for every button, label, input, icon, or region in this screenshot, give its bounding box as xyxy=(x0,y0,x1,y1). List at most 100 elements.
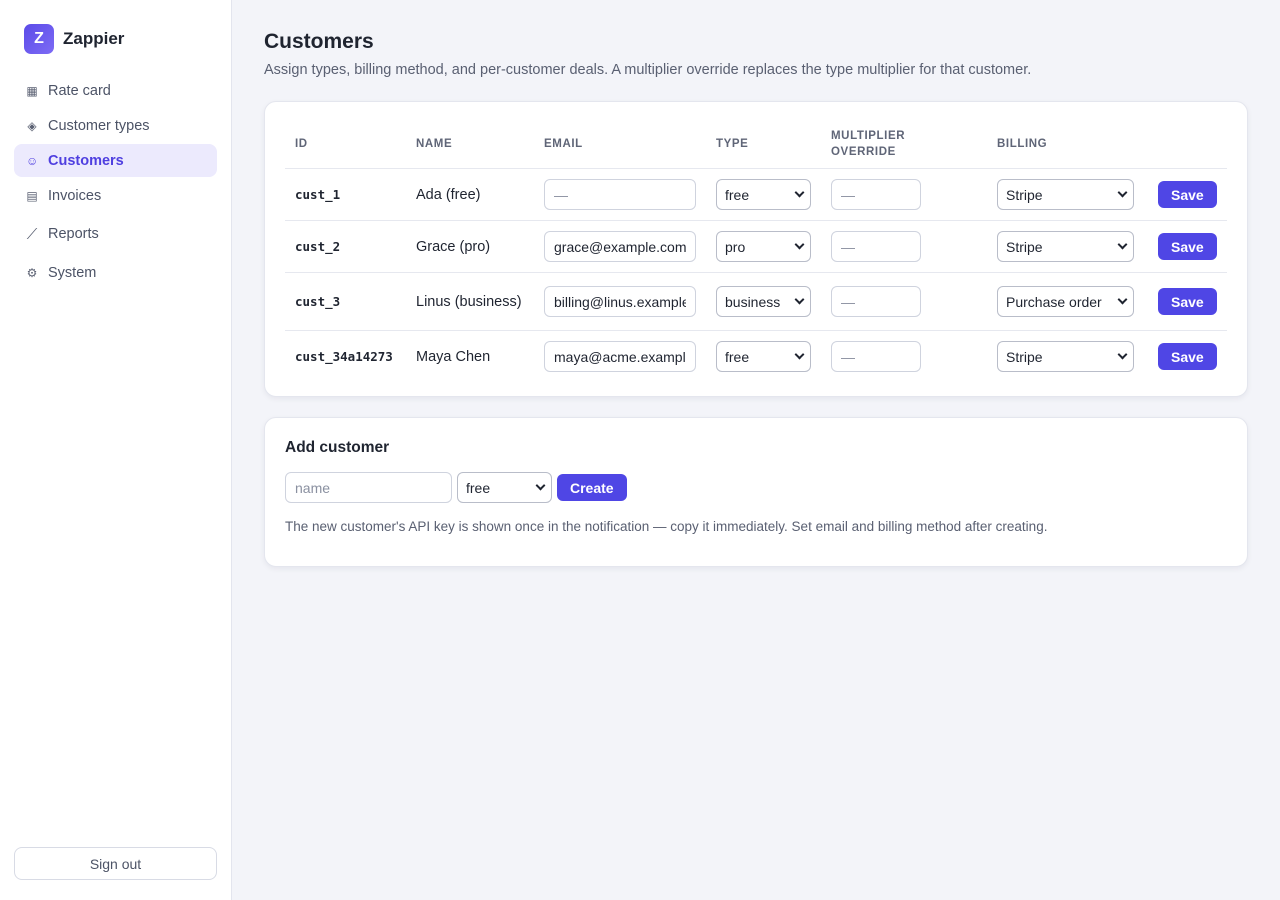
multiplier-override-input[interactable] xyxy=(831,341,921,373)
type-select[interactable]: free xyxy=(716,179,811,210)
multiplier-cell xyxy=(821,331,987,383)
email-input[interactable] xyxy=(544,286,696,317)
email-cell xyxy=(534,331,706,383)
selected-value: Stripe xyxy=(1006,348,1043,365)
selected-value: free xyxy=(466,479,491,496)
column-header-id: ID xyxy=(285,120,406,169)
selected-value: free xyxy=(725,348,750,365)
save-button[interactable]: Save xyxy=(1158,343,1217,371)
customers-table: ID NAME EMAIL TYPE MULTIPLIER OVERRIDE B… xyxy=(285,120,1227,383)
save-button[interactable]: Save xyxy=(1158,233,1217,260)
sidebar-nav: ▦ Rate card ◈ Customer types ☺ Customers… xyxy=(14,74,217,291)
selected-value: Stripe xyxy=(1006,186,1043,203)
selected-value: pro xyxy=(725,238,746,255)
multiplier-override-input[interactable] xyxy=(831,286,921,317)
chevron-down-icon xyxy=(535,480,546,491)
email-input[interactable] xyxy=(544,341,696,373)
email-cell xyxy=(534,220,706,273)
customer-name: Grace (pro) xyxy=(406,220,534,273)
table-header-row: ID NAME EMAIL TYPE MULTIPLIER OVERRIDE B… xyxy=(285,120,1227,169)
billing-select[interactable]: Stripe xyxy=(997,179,1134,210)
customers-table-card: ID NAME EMAIL TYPE MULTIPLIER OVERRIDE B… xyxy=(264,101,1248,397)
chevron-down-icon xyxy=(1117,239,1128,250)
selected-value: business xyxy=(725,293,781,310)
billing-cell: Stripe xyxy=(987,331,1148,383)
sidebar-item-label: System xyxy=(48,264,97,281)
billing-cell: Stripe xyxy=(987,220,1148,273)
email-input[interactable] xyxy=(544,179,696,210)
table-row: cust_3 Linus (business) business Purchas… xyxy=(285,272,1227,331)
customer-name: Linus (business) xyxy=(406,272,534,331)
multiplier-override-input[interactable] xyxy=(831,179,921,210)
sidebar-item-system[interactable]: ⚙ System xyxy=(14,256,217,289)
actions-cell: Save xyxy=(1148,168,1227,221)
header-line: MULTIPLIER xyxy=(831,130,906,142)
brand: Z Zappier xyxy=(24,24,124,54)
billing-cell: Purchase order xyxy=(987,272,1148,331)
sidebar-item-reports[interactable]: ⟋ Reports xyxy=(14,214,217,254)
column-header-email: EMAIL xyxy=(534,120,706,169)
selected-value: Stripe xyxy=(1006,238,1043,255)
customer-id: cust_34a14273 xyxy=(295,349,393,365)
sidebar-item-label: Customers xyxy=(48,152,124,169)
sidebar-item-label: Customer types xyxy=(48,117,150,134)
sidebar-item-label: Reports xyxy=(48,226,99,242)
chevron-down-icon xyxy=(1117,294,1128,305)
customer-id: cust_1 xyxy=(285,168,406,221)
billing-select[interactable]: Purchase order xyxy=(997,286,1134,317)
type-cell: free xyxy=(706,331,821,383)
save-button[interactable]: Save xyxy=(1158,181,1217,208)
table-row: cust_34a14273 Maya Chen free Stripe Save xyxy=(285,331,1227,383)
api-key-note: The new customer's API key is shown once… xyxy=(285,519,1048,534)
customer-id: cust_2 xyxy=(285,220,406,273)
add-customer-card: Add customer free Create The new custome… xyxy=(264,417,1248,567)
create-button[interactable]: Create xyxy=(557,474,627,501)
email-cell xyxy=(534,168,706,221)
multiplier-cell xyxy=(821,168,987,221)
column-header-multiplier-override: MULTIPLIER OVERRIDE xyxy=(821,120,987,169)
new-customer-type-select[interactable]: free xyxy=(457,472,552,503)
sign-out-button[interactable]: Sign out xyxy=(14,847,217,880)
page-title: Customers xyxy=(264,30,374,53)
grid-icon: ▦ xyxy=(26,83,38,98)
customer-id: cust_3 xyxy=(285,272,406,331)
page-subtitle: Assign types, billing method, and per-cu… xyxy=(264,62,1032,78)
multiplier-override-input[interactable] xyxy=(831,231,921,262)
column-header-actions xyxy=(1148,120,1227,169)
header-line: OVERRIDE xyxy=(831,146,896,158)
billing-select[interactable]: Stripe xyxy=(997,231,1134,262)
actions-cell: Save xyxy=(1148,331,1227,383)
chevron-down-icon xyxy=(1117,349,1128,360)
main-content: Customers Assign types, billing method, … xyxy=(232,0,1280,900)
email-input[interactable] xyxy=(544,231,696,262)
type-select[interactable]: pro xyxy=(716,231,811,262)
email-cell xyxy=(534,272,706,331)
column-header-name: NAME xyxy=(406,120,534,169)
selected-value: Purchase order xyxy=(1006,293,1102,310)
table-row: cust_2 Grace (pro) pro Stripe Save xyxy=(285,220,1227,273)
actions-cell: Save xyxy=(1148,220,1227,273)
sidebar-item-customers[interactable]: ☺ Customers xyxy=(14,144,217,177)
type-select[interactable]: free xyxy=(716,341,811,373)
type-select[interactable]: business xyxy=(716,286,811,317)
customer-name: Ada (free) xyxy=(406,168,534,221)
billing-cell: Stripe xyxy=(987,168,1148,221)
new-customer-name-input[interactable] xyxy=(285,472,452,503)
chevron-down-icon xyxy=(794,187,805,198)
sidebar-item-label: Rate card xyxy=(48,82,111,99)
sidebar: Z Zappier ▦ Rate card ◈ Customer types ☺… xyxy=(0,0,232,900)
sidebar-item-rate-card[interactable]: ▦ Rate card xyxy=(14,74,217,107)
chevron-down-icon xyxy=(1117,187,1128,198)
sidebar-item-invoices[interactable]: ▤ Invoices xyxy=(14,179,217,212)
trend-line-icon: ⟋ xyxy=(26,225,38,243)
billing-select[interactable]: Stripe xyxy=(997,341,1134,373)
sidebar-item-customer-types[interactable]: ◈ Customer types xyxy=(14,109,217,142)
chevron-down-icon xyxy=(794,349,805,360)
list-icon: ▤ xyxy=(26,188,38,203)
type-cell: business xyxy=(706,272,821,331)
save-button[interactable]: Save xyxy=(1158,288,1217,315)
type-cell: free xyxy=(706,168,821,221)
brand-logo: Z xyxy=(24,24,54,54)
gear-icon: ⚙ xyxy=(26,265,38,280)
brand-name: Zappier xyxy=(63,29,125,48)
